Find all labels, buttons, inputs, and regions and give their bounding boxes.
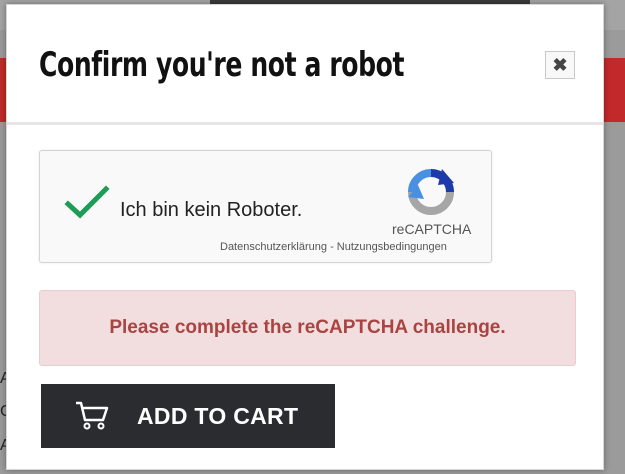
captcha-modal: Confirm you're not a robot ✖ Ich bin kei…: [6, 4, 604, 470]
add-to-cart-button[interactable]: ADD TO CART: [41, 384, 335, 448]
modal-header: Confirm you're not a robot ✖: [7, 5, 603, 125]
recaptcha-label: Ich bin kein Roboter.: [120, 199, 303, 221]
close-icon: ✖: [552, 54, 568, 75]
recaptcha-links: Datenschutzerklärung - Nutzungsbedingung…: [220, 241, 447, 253]
error-alert: Please complete the reCAPTCHA challenge.: [39, 290, 576, 366]
recaptcha-brand: reCAPTCHA: [392, 221, 472, 237]
recaptcha-widget: Ich bin kein Roboter. reCAPTCHA Datensch…: [39, 150, 492, 263]
privacy-link[interactable]: Datenschutzerklärung: [220, 241, 327, 253]
error-message: Please complete the reCAPTCHA challenge.: [109, 317, 506, 338]
check-icon[interactable]: [64, 185, 110, 221]
recaptcha-logo-icon: [408, 169, 454, 215]
link-separator: -: [327, 241, 337, 253]
terms-link[interactable]: Nutzungsbedingungen: [337, 241, 447, 253]
cart-icon: [76, 401, 109, 430]
add-to-cart-label: ADD TO CART: [137, 403, 299, 429]
modal-title: Confirm you're not a robot: [39, 45, 405, 85]
close-button[interactable]: ✖: [545, 51, 575, 79]
